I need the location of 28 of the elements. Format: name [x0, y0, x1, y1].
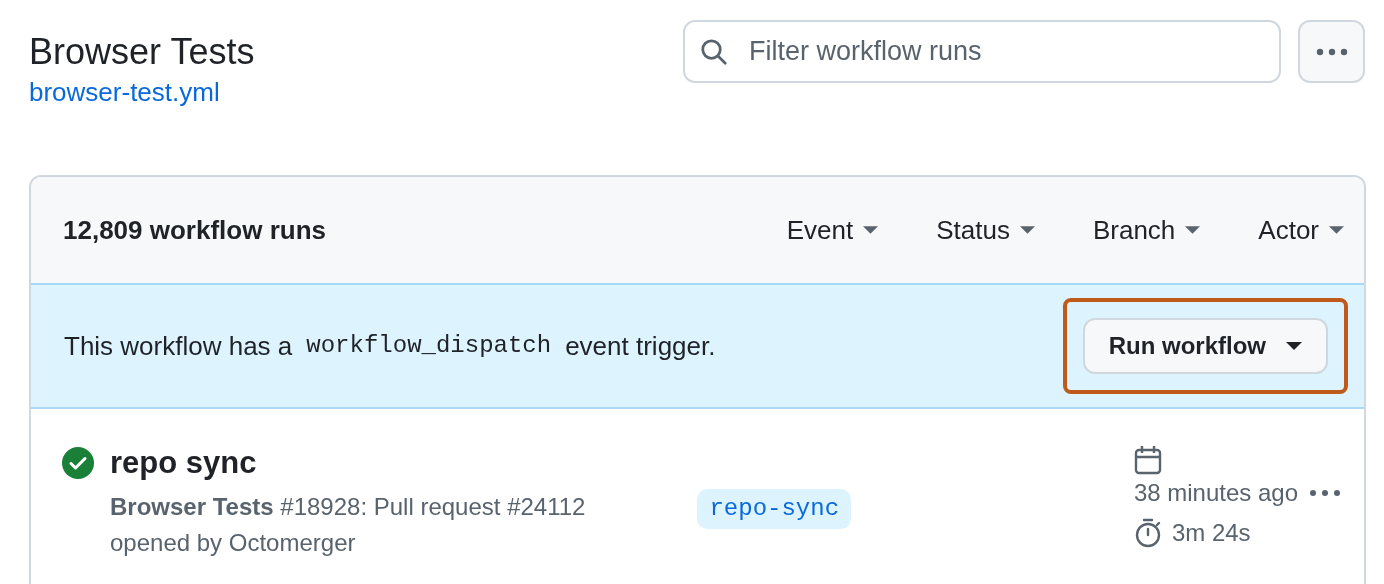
more-icon[interactable] [1308, 489, 1342, 497]
search-icon [699, 37, 729, 67]
run-workflow-button[interactable]: Run workflow [1082, 318, 1328, 374]
stopwatch-icon [1133, 518, 1162, 548]
run-author: opened by Octomerger [110, 528, 357, 558]
filter-dropdown[interactable]: Actor [1258, 210, 1344, 250]
more-icon [1314, 47, 1349, 56]
caret-icon [1019, 226, 1035, 234]
branch-tag[interactable]: repo-sync [697, 489, 852, 529]
page-title: Browser Tests [29, 30, 255, 74]
banner-text: This workflow has a workflow_dispatch event trigger. [64, 329, 716, 363]
caret-icon [1286, 342, 1302, 350]
caret-icon [1185, 226, 1201, 234]
run-time: 38 minutes ago [1133, 478, 1298, 508]
success-check-icon [62, 447, 94, 479]
calendar-icon [1133, 445, 1162, 475]
run-title[interactable]: repo sync [110, 445, 852, 481]
filter-dropdown[interactable]: Branch [1092, 210, 1201, 250]
run-count: 12,809 workflow runs [63, 213, 326, 247]
caret-icon [1329, 226, 1344, 234]
filter-dropdown[interactable]: Event [786, 210, 879, 250]
run-description: Browser Tests #18928: Pull request #24112 [110, 492, 586, 522]
caret-icon [863, 226, 879, 234]
filter-dropdown[interactable]: Status [936, 210, 1035, 250]
workflow-file-link[interactable]: browser-test.yml [29, 74, 220, 110]
run-duration: 3m 24s [1171, 518, 1251, 548]
search-field[interactable]: Filter workflow runs [683, 20, 1281, 83]
more-options-button[interactable] [1298, 20, 1365, 83]
